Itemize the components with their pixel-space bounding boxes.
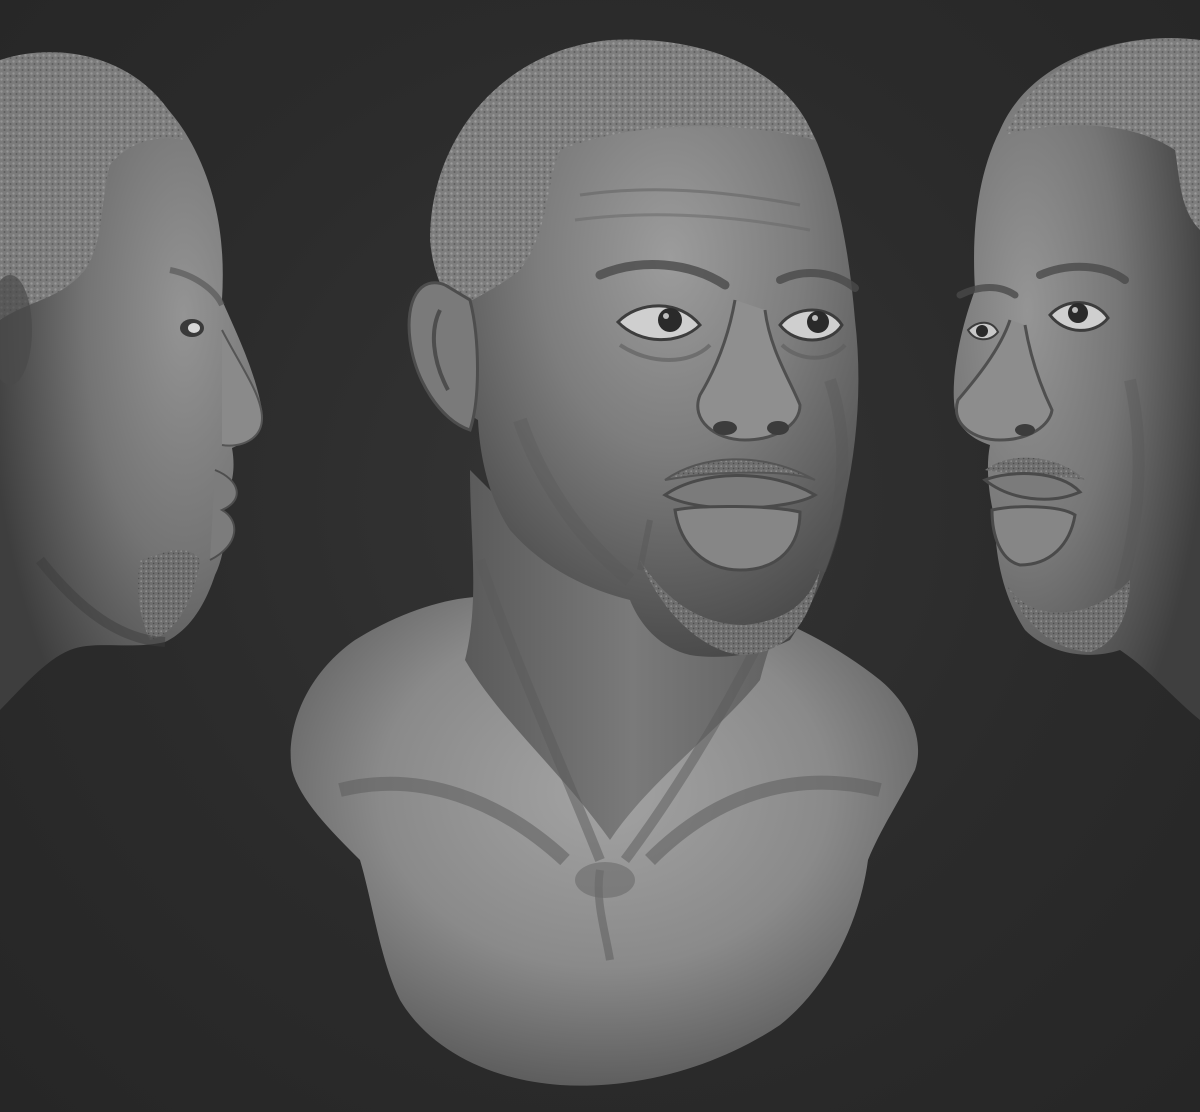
center-bust-view (290, 39, 919, 1086)
left-profile-view (0, 52, 264, 710)
right-profile-view (953, 38, 1200, 720)
sculpt-render (0, 38, 1200, 1086)
render-viewport (0, 0, 1200, 1112)
